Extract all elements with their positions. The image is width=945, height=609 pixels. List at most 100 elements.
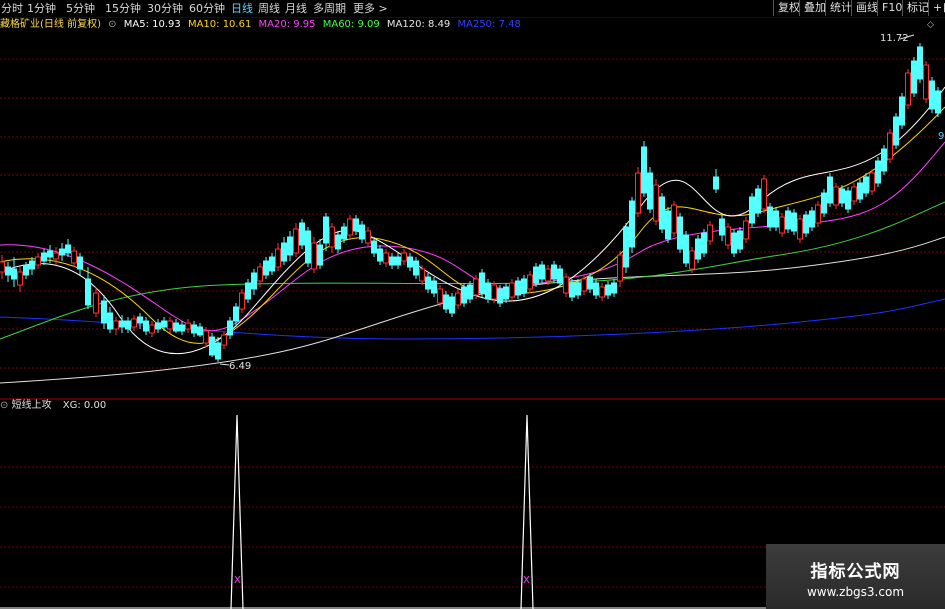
tab-monthly[interactable]: 月线	[285, 1, 307, 16]
candle-body	[917, 46, 923, 80]
candle	[479, 269, 485, 297]
right-edge-price: 9.	[938, 131, 945, 142]
candle-body	[425, 276, 431, 290]
candle-body	[77, 256, 83, 270]
candle	[101, 295, 107, 329]
candle-body	[803, 214, 809, 234]
candle-body	[887, 132, 893, 160]
candle-body	[431, 280, 437, 294]
tab-daily[interactable]: 日线	[231, 1, 253, 16]
xg-marker-2: X	[523, 575, 530, 586]
candle-body	[653, 184, 659, 222]
candle-body	[527, 274, 533, 290]
candle-body	[461, 286, 467, 304]
tab-60min[interactable]: 60分钟	[189, 1, 225, 16]
moving-average-lines	[0, 86, 945, 384]
candle-body	[353, 218, 359, 232]
candle-body	[119, 320, 125, 328]
ma-legend: 藏格矿业(日线 前复权) ⊙ MA5: 10.93 MA10: 10.61 MA…	[0, 18, 525, 32]
candle-body	[557, 268, 563, 284]
candle-body	[683, 234, 689, 264]
candle	[167, 317, 173, 333]
tab-more[interactable]: 更多 >	[353, 1, 388, 16]
candle-body	[383, 252, 389, 264]
candle-body	[137, 316, 143, 324]
candle-body	[227, 320, 233, 336]
tab-multi-period[interactable]: 多周期	[313, 1, 346, 16]
candle	[905, 69, 911, 109]
candle	[407, 253, 413, 271]
ma60-label: MA60: 9.09	[322, 19, 380, 30]
candle	[887, 129, 893, 163]
candle	[821, 189, 827, 217]
candle-body	[173, 322, 179, 332]
candle	[461, 283, 467, 307]
candle-body	[521, 278, 527, 294]
candle	[509, 279, 515, 301]
candle-body	[629, 200, 635, 248]
candle-body	[569, 282, 575, 298]
candle	[77, 253, 83, 275]
candle	[929, 77, 935, 113]
candle	[911, 57, 917, 97]
candle	[359, 221, 365, 243]
candle	[71, 247, 77, 267]
candle	[173, 319, 179, 333]
candle	[863, 173, 869, 197]
tab-5min[interactable]: 5分钟	[66, 1, 95, 16]
candle-body	[209, 336, 215, 356]
candle	[269, 253, 275, 275]
candle	[563, 273, 569, 297]
tab-1min[interactable]: 1分钟	[27, 1, 56, 16]
candle-body	[215, 342, 221, 360]
candle-body	[689, 250, 695, 270]
candle-body	[5, 266, 11, 276]
candle	[875, 157, 881, 187]
kline-chart[interactable]: 11.72 6.49 9. X X ◇	[0, 17, 945, 609]
candle-body	[611, 282, 617, 294]
candle-body	[695, 238, 701, 260]
candle-body	[41, 252, 47, 262]
low-price-label: 6.49	[229, 361, 251, 372]
candle	[923, 61, 929, 103]
custom-button[interactable]: +自	[928, 0, 945, 16]
candle-body	[539, 264, 545, 280]
candle	[761, 175, 767, 213]
candle	[653, 179, 659, 225]
candle	[329, 223, 335, 253]
candle-body	[533, 266, 539, 284]
candle-body	[905, 72, 911, 106]
candle	[473, 275, 479, 299]
candle-body	[677, 216, 683, 250]
xg-value-label: XG: 0.00	[62, 400, 107, 411]
tab-weekly[interactable]: 周线	[258, 1, 280, 16]
candle	[707, 221, 713, 245]
candle-body	[93, 292, 99, 314]
indicator-gear-icon[interactable]: ⊙	[0, 400, 8, 411]
candle	[659, 193, 665, 233]
candle	[629, 197, 635, 253]
candle-body	[203, 330, 209, 344]
candle-body	[701, 232, 707, 254]
tab-fenshi[interactable]: 分时	[1, 1, 23, 16]
candle	[5, 262, 11, 282]
candle	[155, 319, 161, 333]
candle-body	[773, 210, 779, 228]
candle-body	[659, 196, 665, 230]
candle	[605, 281, 611, 299]
candle-body	[671, 204, 677, 234]
candle	[0, 255, 5, 279]
tab-15min[interactable]: 15分钟	[105, 1, 141, 16]
candle	[35, 253, 41, 269]
candle-body	[935, 90, 941, 114]
candle-body	[779, 216, 785, 234]
candle	[419, 265, 425, 285]
indicator-title: 短线上攻	[11, 400, 52, 411]
candle-body	[299, 222, 305, 246]
settings-gear-icon[interactable]: ⊙	[108, 19, 116, 30]
candle-body	[35, 256, 41, 266]
candle-body	[311, 242, 317, 270]
candle-body	[515, 280, 521, 296]
tab-30min[interactable]: 30分钟	[147, 1, 183, 16]
ma120-line	[0, 236, 945, 384]
